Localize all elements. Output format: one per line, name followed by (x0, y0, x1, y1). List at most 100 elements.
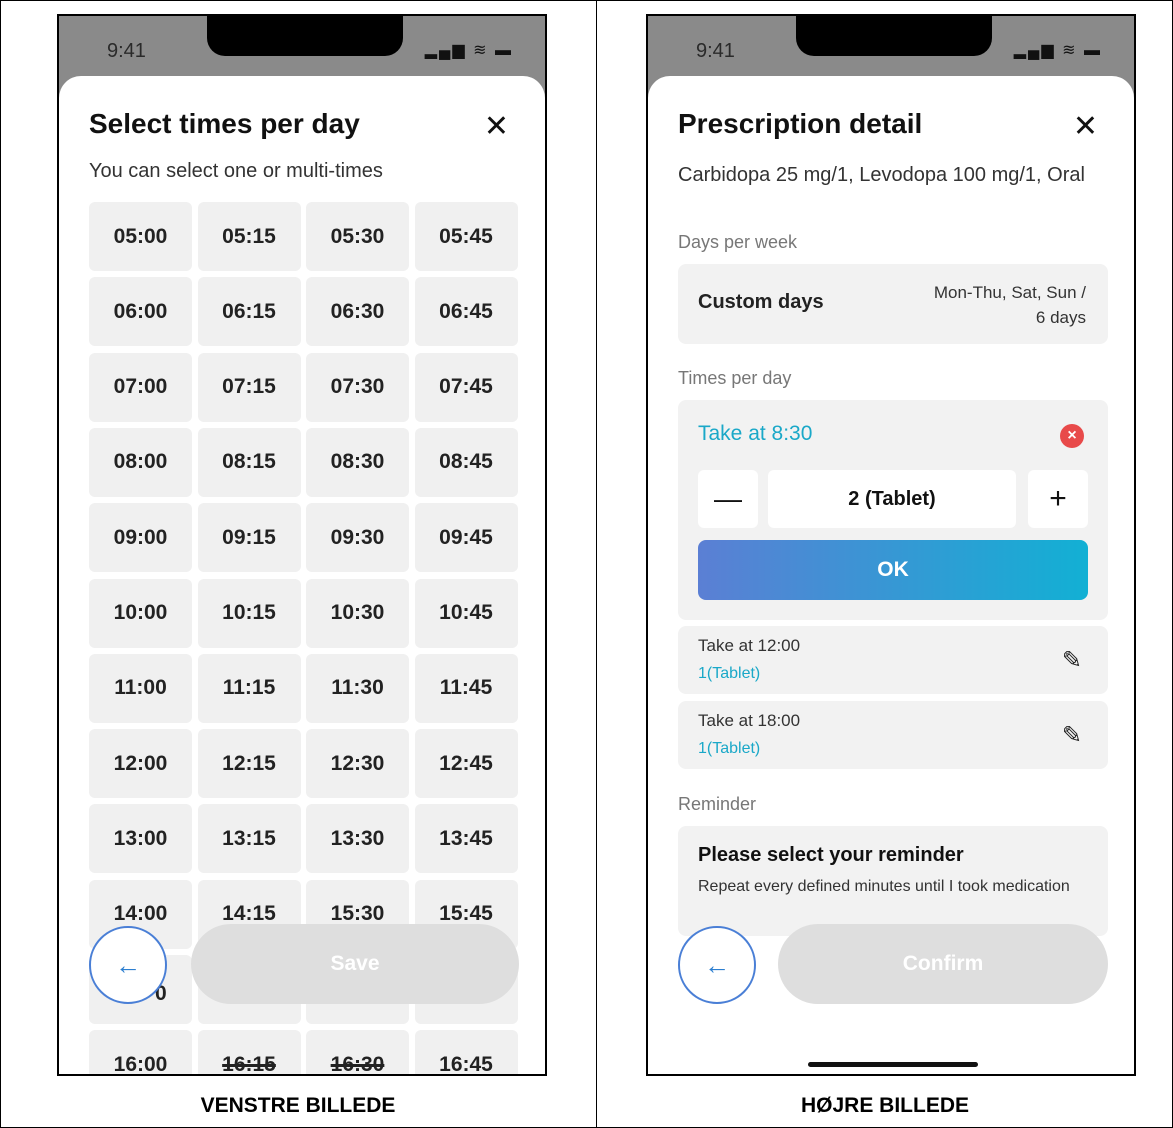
left-caption: VENSTRE BILLEDE (200, 1094, 396, 1117)
status-icons: ▂▄▆ ≋ ▬ (1014, 40, 1102, 60)
time-option[interactable]: 12:45 (414, 729, 518, 799)
back-arrow-icon: ← (115, 949, 141, 980)
time-option[interactable]: 16:15 (197, 1030, 301, 1074)
minus-icon: — (714, 483, 742, 514)
save-button[interactable]: Save (191, 924, 519, 1004)
time-option[interactable]: 11:15 (197, 653, 301, 723)
close-icon[interactable]: ✕ (484, 112, 509, 142)
signal-icon: ▂▄▆ (424, 42, 467, 59)
confirm-button[interactable]: Confirm (778, 924, 1108, 1004)
times-per-day-label: Times per day (678, 368, 792, 388)
time-option[interactable]: 06:00 (89, 277, 192, 347)
dose-time: Take at 18:00 (698, 711, 801, 730)
dose-row[interactable]: Take at 18:00 1(Tablet) ✎ (678, 701, 1108, 769)
edit-pencil-icon[interactable]: ✎ (1062, 721, 1082, 750)
plus-button[interactable]: + (1028, 470, 1088, 528)
time-option[interactable]: 08:30 (306, 427, 409, 497)
prescription-sheet: Prescription detail ✕ Carbidopa 25 mg/1,… (648, 76, 1134, 1074)
time-option[interactable]: 16:00 (89, 1030, 192, 1074)
time-option[interactable]: 06:15 (197, 277, 301, 347)
left-phone: 9:41 ▂▄▆ ≋ ▬ Select times per day ✕ You … (57, 14, 547, 1076)
edit-pencil-icon[interactable]: ✎ (1062, 646, 1082, 675)
time-option[interactable]: 11:45 (414, 653, 518, 723)
minus-button[interactable]: — (698, 470, 758, 528)
center-divider (596, 0, 597, 1128)
sheet-title: Prescription detail (678, 108, 923, 139)
time-option[interactable]: 09:30 (306, 503, 409, 573)
drug-name: Carbidopa 25 mg/1, Levodopa 100 mg/1, Or… (678, 164, 1085, 186)
time-option[interactable]: 13:45 (414, 804, 518, 874)
time-option[interactable]: 12:30 (306, 729, 409, 799)
reminder-label: Reminder (678, 794, 757, 814)
status-time: 9:41 (107, 40, 146, 62)
time-option[interactable]: 07:45 (414, 352, 518, 422)
time-option[interactable]: 09:45 (414, 503, 518, 573)
wifi-icon: ≋ (1062, 42, 1078, 59)
sheet-title: Select times per day (89, 108, 360, 139)
quantity-display: 2 (Tablet) (768, 470, 1016, 528)
status-bar: 9:41 ▂▄▆ ≋ ▬ (648, 16, 1134, 76)
time-option[interactable]: 09:00 (89, 503, 192, 573)
battery-icon: ▬ (1084, 42, 1102, 59)
reminder-card[interactable]: Please select your reminder Repeat every… (678, 826, 1108, 936)
time-option[interactable]: 05:15 (197, 202, 301, 271)
active-time-label: Take at 8:30 (698, 422, 813, 445)
time-option[interactable]: 13:15 (197, 804, 301, 874)
days-summary: Mon-Thu, Sat, Sun / 6 days (934, 280, 1086, 330)
days-card[interactable]: Custom days Mon-Thu, Sat, Sun / 6 days (678, 264, 1108, 344)
days-count: 6 days (1035, 308, 1086, 327)
time-option[interactable]: 10:00 (89, 578, 192, 648)
time-option[interactable]: 05:30 (306, 202, 409, 271)
ok-button[interactable]: OK (698, 540, 1088, 600)
time-option[interactable]: 10:30 (306, 578, 409, 648)
dose-time: Take at 12:00 (698, 636, 801, 655)
back-button[interactable]: ← (678, 926, 756, 1004)
reminder-title: Please select your reminder (698, 844, 964, 866)
time-option[interactable]: 07:30 (306, 352, 409, 422)
time-option[interactable]: 05:00 (89, 202, 192, 271)
time-option[interactable]: 07:15 (197, 352, 301, 422)
dose-row[interactable]: Take at 12:00 1(Tablet) ✎ (678, 626, 1108, 694)
time-option[interactable]: 12:15 (197, 729, 301, 799)
reminder-description: Repeat every defined minutes until I too… (698, 878, 1070, 895)
sheet-subtitle: You can select one or multi-times (89, 160, 383, 182)
remove-icon[interactable]: × (1060, 424, 1084, 448)
time-option[interactable]: 11:00 (89, 653, 192, 723)
status-time: 9:41 (696, 40, 735, 62)
status-bar: 9:41 ▂▄▆ ≋ ▬ (59, 16, 545, 76)
time-option[interactable]: 07:00 (89, 352, 192, 422)
back-arrow-icon: ← (704, 949, 730, 980)
time-option[interactable]: 10:15 (197, 578, 301, 648)
signal-icon: ▂▄▆ (1013, 42, 1056, 59)
time-option[interactable]: 13:30 (306, 804, 409, 874)
active-dose-card: Take at 8:30 × — 2 (Tablet) + OK (678, 400, 1108, 620)
notch (207, 16, 403, 56)
time-option[interactable]: 12:00 (89, 729, 192, 799)
time-select-sheet: Select times per day ✕ You can select on… (59, 76, 545, 1074)
days-value: Mon-Thu, Sat, Sun / (933, 283, 1086, 302)
time-option[interactable]: 10:45 (414, 578, 518, 648)
back-button[interactable]: ← (89, 926, 167, 1004)
battery-icon: ▬ (495, 42, 513, 59)
time-option[interactable]: 16:45 (414, 1030, 518, 1074)
time-option[interactable]: 11:30 (306, 653, 409, 723)
right-phone: 9:41 ▂▄▆ ≋ ▬ Prescription detail ✕ Carbi… (646, 14, 1136, 1076)
home-indicator (808, 1062, 978, 1067)
time-option[interactable]: 08:45 (414, 427, 518, 497)
close-icon[interactable]: ✕ (1073, 112, 1098, 142)
right-caption: HØJRE BILLEDE (800, 1094, 970, 1117)
time-option[interactable]: 16:30 (306, 1030, 409, 1074)
time-option[interactable]: 13:00 (89, 804, 192, 874)
days-per-week-label: Days per week (678, 232, 798, 252)
custom-days-label: Custom days (698, 291, 824, 313)
time-option[interactable]: 05:45 (414, 202, 518, 271)
dose-amount: 1(Tablet) (698, 665, 761, 682)
time-option[interactable]: 08:15 (197, 427, 301, 497)
status-icons: ▂▄▆ ≋ ▬ (425, 40, 513, 60)
time-option[interactable]: 06:30 (306, 277, 409, 347)
notch (796, 16, 992, 56)
wifi-icon: ≋ (473, 42, 489, 59)
time-option[interactable]: 06:45 (414, 277, 518, 347)
time-option[interactable]: 09:15 (197, 503, 301, 573)
time-option[interactable]: 08:00 (89, 427, 192, 497)
